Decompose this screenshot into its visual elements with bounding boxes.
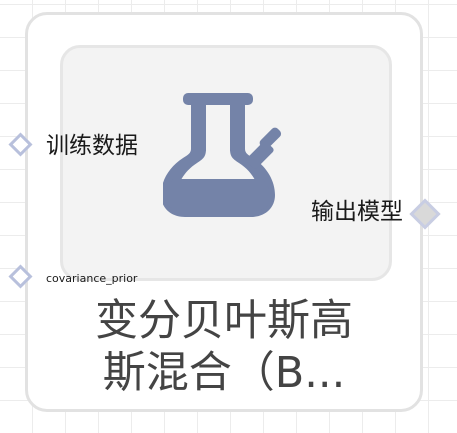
- input-port-label: covariance_prior: [46, 272, 138, 285]
- flask-icon: [163, 93, 282, 217]
- canvas: 训练数据 covariance_prior 输出模型 变分贝叶斯高 斯混合（B.…: [0, 0, 457, 433]
- output-port-label: 输出模型: [311, 199, 403, 225]
- node-title-line-1: 变分贝叶斯高: [95, 296, 353, 346]
- node-title-line-2: 斯混合（B...: [102, 348, 346, 398]
- input-port-label: 训练数据: [46, 133, 138, 159]
